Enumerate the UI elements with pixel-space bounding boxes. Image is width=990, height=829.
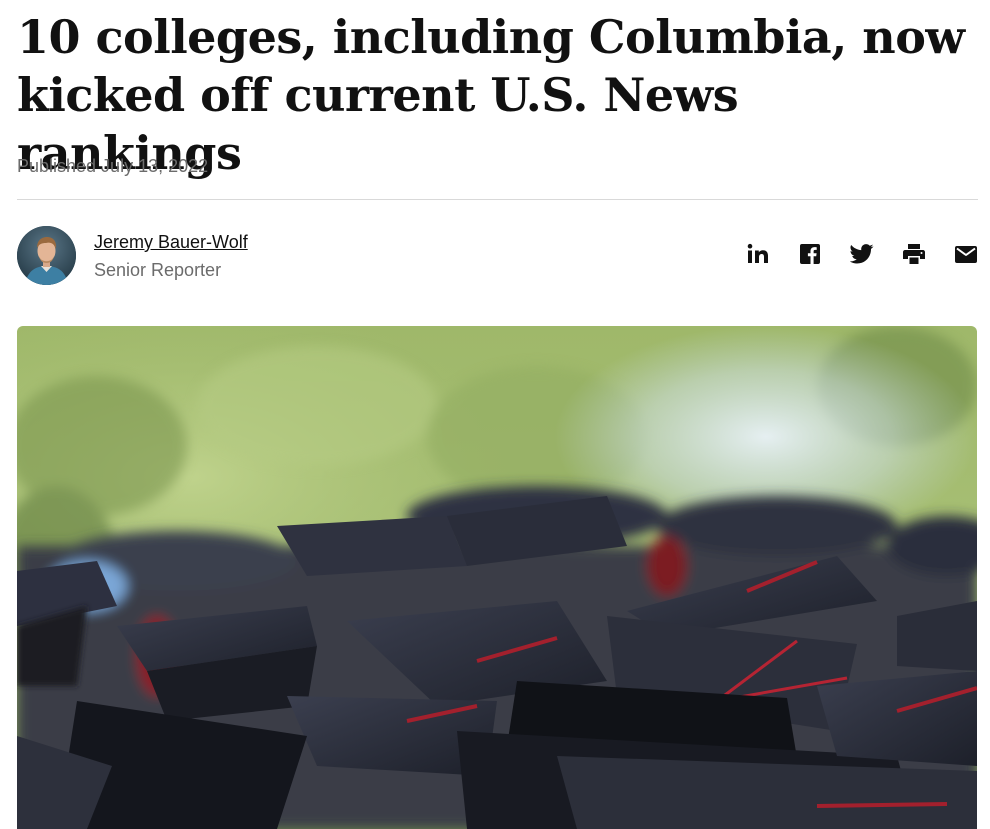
published-date: Published July 13, 2022 <box>17 156 209 176</box>
author-avatar[interactable] <box>17 226 76 285</box>
share-toolbar <box>746 241 978 267</box>
hero-image-graduation-caps <box>17 326 977 829</box>
divider <box>17 199 978 200</box>
print-icon[interactable] <box>902 242 926 266</box>
email-icon[interactable] <box>954 242 978 266</box>
linkedin-icon[interactable] <box>746 242 770 266</box>
twitter-icon[interactable] <box>850 242 874 266</box>
author-name-link[interactable]: Jeremy Bauer-Wolf <box>94 232 248 253</box>
facebook-icon[interactable] <box>798 242 822 266</box>
author-role: Senior Reporter <box>94 260 222 280</box>
